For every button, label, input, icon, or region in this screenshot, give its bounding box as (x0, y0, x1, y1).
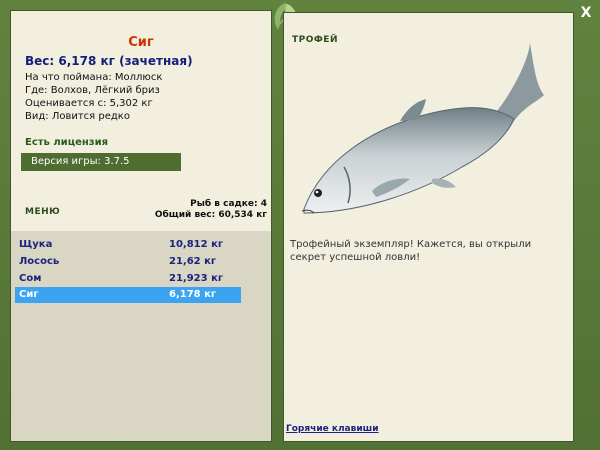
catch-weight: 6,178 кг (169, 289, 217, 300)
fish-info-panel: Сиг Вес: 6,178 кг (зачетная) На что пойм… (10, 10, 272, 442)
bait-info: На что поймана: Моллюск (25, 72, 163, 83)
catch-weight: 21,62 кг (169, 256, 217, 267)
catch-name: Сиг (19, 289, 39, 300)
catch-weight: 21,923 кг (169, 273, 224, 284)
menu-button[interactable]: МЕНЮ (25, 207, 60, 217)
location-info: Где: Волхов, Лёгкий бриз (25, 85, 160, 96)
hotkeys-link[interactable]: Горячие клавиши (286, 424, 379, 434)
catch-row-selected[interactable]: Сиг 6,178 кг (15, 287, 241, 303)
catch-weight: 10,812 кг (169, 239, 224, 250)
fish-name: Сиг (128, 35, 154, 50)
catch-row[interactable]: Сом 21,923 кг (15, 271, 241, 287)
value-info: Оценивается с: 5,302 кг (25, 98, 153, 109)
cage-total-weight: Общий вес: 60,534 кг (154, 210, 267, 220)
catch-name: Щука (19, 239, 53, 250)
catch-name: Лосось (19, 256, 60, 267)
catch-list: Щука 10,812 кг Лосось 21,62 кг Сом 21,92… (11, 231, 271, 441)
fish-details: На что поймана: Моллюск Где: Волхов, Лёг… (25, 71, 162, 123)
catch-row[interactable]: Щука 10,812 кг (15, 237, 241, 253)
license-status: Есть лицензия (25, 137, 109, 148)
trophy-panel: ТРОФЕЙ Трофейный экземпляр! Кажется, вы … (283, 12, 574, 442)
catch-name: Сом (19, 273, 42, 284)
catch-row[interactable]: Лосось 21,62 кг (15, 254, 241, 270)
type-info: Вид: Ловится редко (25, 111, 130, 122)
game-version: Версия игры: 3.7.5 (21, 153, 181, 171)
whitefish-image (301, 43, 544, 214)
fish-weight: Вес: 6,178 кг (зачетная) (25, 54, 193, 68)
trophy-message: Трофейный экземпляр! Кажется, вы открыли… (290, 239, 532, 263)
cage-count: Рыб в садке: 4 (190, 199, 267, 209)
close-button[interactable]: X (578, 5, 594, 21)
